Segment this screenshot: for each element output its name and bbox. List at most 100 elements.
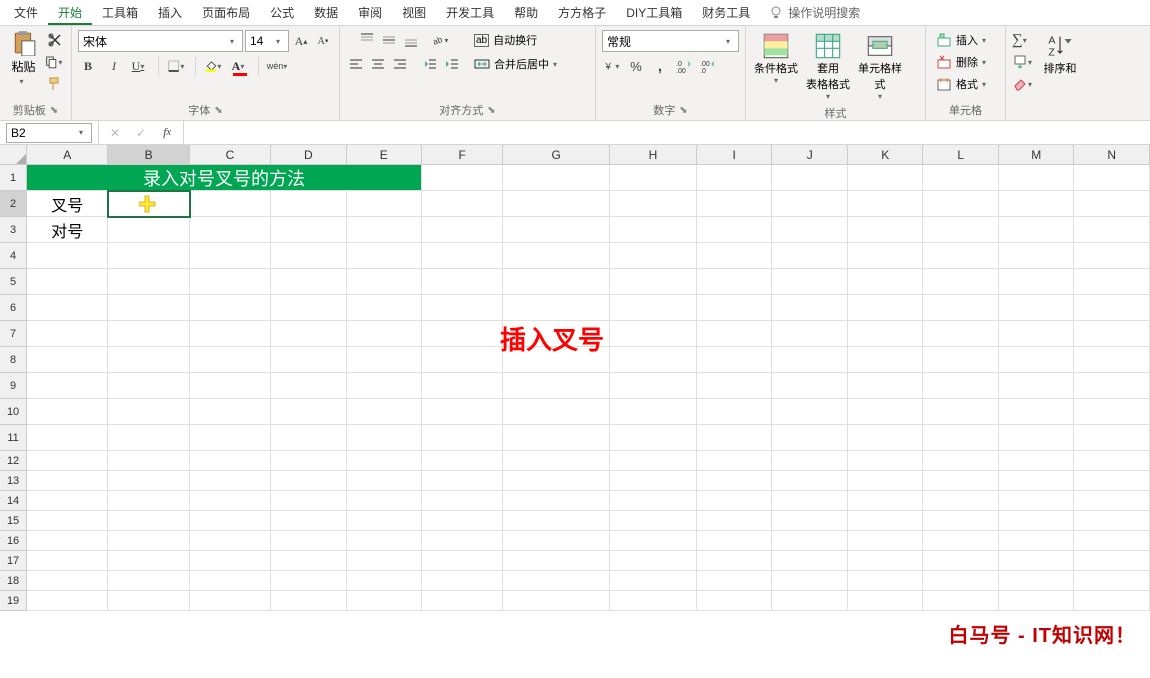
cell-L2[interactable] xyxy=(923,191,999,217)
cell-G17[interactable] xyxy=(503,551,609,571)
cell-D11[interactable] xyxy=(271,425,347,451)
cell-J17[interactable] xyxy=(772,551,848,571)
cell-K3[interactable] xyxy=(848,217,924,243)
cell-A14[interactable] xyxy=(27,491,108,511)
phonetic-button[interactable]: wén▾ xyxy=(267,56,287,76)
select-all-corner[interactable] xyxy=(0,145,27,165)
cell-F13[interactable] xyxy=(422,471,503,491)
cell-L19[interactable] xyxy=(923,591,999,611)
cell-F11[interactable] xyxy=(422,425,503,451)
underline-button[interactable]: U▾ xyxy=(130,56,150,76)
cell-J5[interactable] xyxy=(772,269,848,295)
cell-K14[interactable] xyxy=(848,491,924,511)
format-cells-button[interactable]: 格式▾ xyxy=(932,74,999,94)
cell-F15[interactable] xyxy=(422,511,503,531)
cell-F16[interactable] xyxy=(422,531,503,551)
cell-F7[interactable] xyxy=(422,321,503,347)
cell-K8[interactable] xyxy=(848,347,924,373)
conditional-format-button[interactable]: 条件格式▾ xyxy=(752,30,800,103)
cell-N18[interactable] xyxy=(1074,571,1150,591)
cell-B8[interactable] xyxy=(108,347,189,373)
tab-review[interactable]: 审阅 xyxy=(348,0,392,25)
cell-B7[interactable] xyxy=(108,321,189,347)
cell-C17[interactable] xyxy=(190,551,271,571)
cell-B12[interactable] xyxy=(108,451,189,471)
cell-L6[interactable] xyxy=(923,295,999,321)
cell-H16[interactable] xyxy=(610,531,697,551)
cell-J19[interactable] xyxy=(772,591,848,611)
column-header-J[interactable]: J xyxy=(772,145,848,165)
cell-N12[interactable] xyxy=(1074,451,1150,471)
cell-D16[interactable] xyxy=(271,531,347,551)
tab-ffgz[interactable]: 方方格子 xyxy=(548,0,616,25)
cell-K19[interactable] xyxy=(848,591,924,611)
cell-M14[interactable] xyxy=(999,491,1075,511)
cell-B10[interactable] xyxy=(108,399,189,425)
cell-J10[interactable] xyxy=(772,399,848,425)
cell-I1[interactable] xyxy=(697,165,773,191)
cell-N1[interactable] xyxy=(1074,165,1150,191)
cell-L9[interactable] xyxy=(923,373,999,399)
cell-G11[interactable] xyxy=(503,425,609,451)
cell-M12[interactable] xyxy=(999,451,1075,471)
cell-E5[interactable] xyxy=(347,269,423,295)
row-header-15[interactable]: 15 xyxy=(0,511,27,531)
cell-H3[interactable] xyxy=(610,217,697,243)
cell-N8[interactable] xyxy=(1074,347,1150,373)
cell-E4[interactable] xyxy=(347,243,423,269)
cell-C6[interactable] xyxy=(190,295,271,321)
cell-A2[interactable]: 叉号 xyxy=(27,191,108,217)
cell-E13[interactable] xyxy=(347,471,423,491)
cell-E19[interactable] xyxy=(347,591,423,611)
column-header-B[interactable]: B xyxy=(108,145,189,165)
percent-button[interactable]: % xyxy=(626,56,646,76)
align-right-button[interactable] xyxy=(390,54,410,74)
cell-H19[interactable] xyxy=(610,591,697,611)
cell-D15[interactable] xyxy=(271,511,347,531)
cell-K11[interactable] xyxy=(848,425,924,451)
cell-J1[interactable] xyxy=(772,165,848,191)
cell-C13[interactable] xyxy=(190,471,271,491)
row-header-13[interactable]: 13 xyxy=(0,471,27,491)
cell-M16[interactable] xyxy=(999,531,1075,551)
tab-diy[interactable]: DIY工具箱 xyxy=(616,0,692,25)
cell-F14[interactable] xyxy=(422,491,503,511)
column-header-G[interactable]: G xyxy=(503,145,609,165)
cell-B3[interactable] xyxy=(108,217,189,243)
row-header-17[interactable]: 17 xyxy=(0,551,27,571)
cell-L18[interactable] xyxy=(923,571,999,591)
cell-E9[interactable] xyxy=(347,373,423,399)
cell-H18[interactable] xyxy=(610,571,697,591)
row-header-10[interactable]: 10 xyxy=(0,399,27,425)
paste-button[interactable]: 粘贴 ▾ xyxy=(6,30,41,86)
row-header-5[interactable]: 5 xyxy=(0,269,27,295)
cell-C3[interactable] xyxy=(190,217,271,243)
cell-J15[interactable] xyxy=(772,511,848,531)
font-color-button[interactable]: A▾ xyxy=(230,56,250,76)
column-header-N[interactable]: N xyxy=(1074,145,1150,165)
cell-M4[interactable] xyxy=(999,243,1075,269)
tab-data[interactable]: 数据 xyxy=(304,0,348,25)
align-bottom-button[interactable] xyxy=(401,30,421,50)
cell-A13[interactable] xyxy=(27,471,108,491)
decrease-font-button[interactable]: A▾ xyxy=(313,31,333,51)
cell-F17[interactable] xyxy=(422,551,503,571)
cell-M7[interactable] xyxy=(999,321,1075,347)
cell-A7[interactable] xyxy=(27,321,108,347)
cell-C12[interactable] xyxy=(190,451,271,471)
cell-G6[interactable] xyxy=(503,295,609,321)
column-header-E[interactable]: E xyxy=(347,145,423,165)
row-header-9[interactable]: 9 xyxy=(0,373,27,399)
border-button[interactable]: ▾ xyxy=(167,56,187,76)
cell-G19[interactable] xyxy=(503,591,609,611)
cell-J16[interactable] xyxy=(772,531,848,551)
cell-I7[interactable] xyxy=(697,321,773,347)
tab-home[interactable]: 开始 xyxy=(48,0,92,25)
cell-I12[interactable] xyxy=(697,451,773,471)
bold-button[interactable]: B xyxy=(78,56,98,76)
cell-B15[interactable] xyxy=(108,511,189,531)
tab-page-layout[interactable]: 页面布局 xyxy=(192,0,260,25)
cell-B5[interactable] xyxy=(108,269,189,295)
cell-F18[interactable] xyxy=(422,571,503,591)
number-launcher-icon[interactable]: ⬊ xyxy=(679,105,687,116)
